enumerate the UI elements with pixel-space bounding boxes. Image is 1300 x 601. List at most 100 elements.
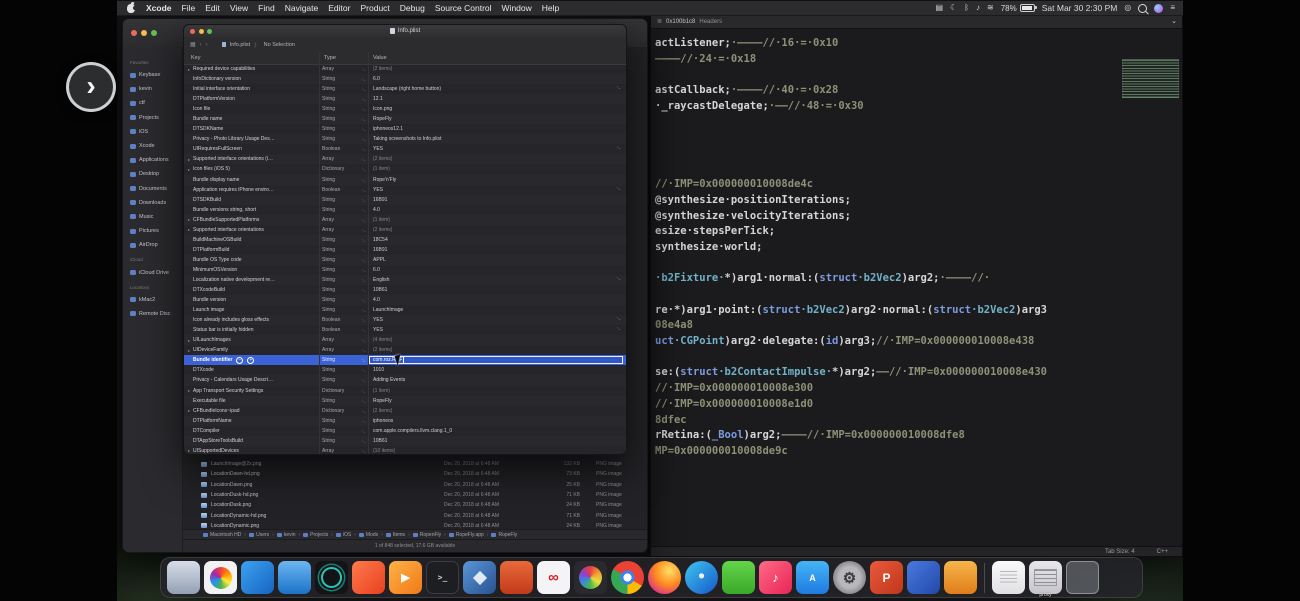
sidebar-item-kmac2[interactable]: kMac2 xyxy=(123,293,182,307)
menu-product[interactable]: Product xyxy=(355,3,394,13)
volume-icon[interactable]: ♪ xyxy=(976,4,980,12)
plist-row[interactable]: Privacy - Photo Library Usage Des…String… xyxy=(184,134,626,144)
type-popup-icon[interactable]: ⌃⌄ xyxy=(361,440,365,444)
path-item[interactable]: kevin xyxy=(277,532,296,538)
apple-menu-icon[interactable] xyxy=(127,4,135,13)
dock-icon-powerpoint[interactable]: P xyxy=(870,558,903,597)
menu-editor[interactable]: Editor xyxy=(323,3,355,13)
menu-navigate[interactable]: Navigate xyxy=(280,3,324,13)
file-row[interactable]: LocationDawn.pngDec 20, 2018 at 6:48 AM2… xyxy=(183,480,647,490)
plist-row[interactable]: Privacy - Calendars Usage Descri…String⌃… xyxy=(184,375,626,385)
type-popup-icon[interactable]: ⌃⌄ xyxy=(361,319,365,323)
menu-window[interactable]: Window xyxy=(497,3,537,13)
siri-icon[interactable] xyxy=(1154,4,1163,13)
type-popup-icon[interactable]: ⌃⌄ xyxy=(361,299,365,303)
plist-row[interactable]: DTAppStoreToolsBuildString⌃⌄10B61 xyxy=(184,436,626,446)
menu-source-control[interactable]: Source Control xyxy=(430,3,497,13)
add-row-button[interactable]: + xyxy=(247,357,254,364)
sidebar-item-pictures[interactable]: Pictures xyxy=(123,224,182,238)
dock-icon-vscode[interactable] xyxy=(241,558,274,597)
type-popup-icon[interactable]: ⌃⌄ xyxy=(361,148,365,152)
dock-icon-appstore[interactable]: A xyxy=(796,558,829,597)
type-popup-icon[interactable]: ⌃⌄ xyxy=(361,88,365,92)
plist-row[interactable]: ▸UIDeviceFamilyArray⌃⌄(2 items) xyxy=(184,345,626,355)
type-popup-icon[interactable]: ⌃⌄ xyxy=(361,108,365,112)
sidebar-item-ios[interactable]: iOS xyxy=(123,125,182,139)
type-popup-icon[interactable]: ⌃⌄ xyxy=(361,128,365,132)
type-popup-icon[interactable]: ⌃⌄ xyxy=(361,168,365,172)
plist-row[interactable]: Initial interface orientationString⌃⌄Lan… xyxy=(184,84,626,94)
dock-icon-safari[interactable] xyxy=(685,558,718,597)
dock-icon-pinwheel[interactable] xyxy=(574,558,607,597)
plist-row[interactable]: ▸CFBundleIcons~ipadDictionary⌃⌄(2 items) xyxy=(184,406,626,416)
next-overlay-button[interactable]: › xyxy=(66,62,116,112)
path-item[interactable]: RopeFly.app xyxy=(449,532,484,538)
value-popup-icon[interactable]: ⌃⌄ xyxy=(616,277,620,281)
plist-row[interactable]: DTPlatformVersionString⌃⌄12.1 xyxy=(184,94,626,104)
menu-file[interactable]: File xyxy=(177,3,201,13)
value-edit-field[interactable]: com.roz.RNF xyxy=(369,356,623,364)
plist-row[interactable]: UIRequiresFullScreenBoolean⌃⌄YES⌃⌄ xyxy=(184,144,626,154)
plist-row[interactable]: Application requires iPhone enviro…Boole… xyxy=(184,185,626,195)
sidebar-item-documents[interactable]: Documents xyxy=(123,182,182,196)
plist-row[interactable]: ▸UILaunchImagesArray⌃⌄(4 items) xyxy=(184,335,626,345)
plist-row[interactable]: Bundle identifier−+String⌃⌄com.roz.RNF xyxy=(184,355,626,365)
plist-row[interactable]: ▸UISupportedDevicesArray⌃⌄(10 items) xyxy=(184,446,626,454)
sidebar-item-desktop[interactable]: Desktop xyxy=(123,167,182,181)
type-popup-icon[interactable]: ⌃⌄ xyxy=(361,249,365,253)
type-popup-icon[interactable]: ⌃⌄ xyxy=(361,349,365,353)
sidebar-item-icloud-drive[interactable]: iCloud Drive xyxy=(123,265,182,279)
bluetooth-icon[interactable]: ᛒ xyxy=(964,4,969,12)
type-popup-icon[interactable]: ⌃⌄ xyxy=(361,369,365,373)
dock-icon-wechat[interactable] xyxy=(722,558,755,597)
plist-row[interactable]: ▸Supported interface orientations (i…Arr… xyxy=(184,154,626,164)
type-popup-icon[interactable]: ⌃⌄ xyxy=(361,339,365,343)
hopper-tab-bar[interactable]: ≣ 0x100b1c8 Headers ⌄ xyxy=(651,15,1182,29)
related-items-icon[interactable]: ▦ xyxy=(190,41,196,48)
plist-row[interactable]: ▸Icon files (iOS 5)Dictionary⌃⌄(1 item) xyxy=(184,164,626,174)
wifi-icon[interactable]: ≋ xyxy=(987,4,994,12)
type-popup-icon[interactable]: ⌃⌄ xyxy=(361,98,365,102)
tab-address[interactable]: 0x100b1c8 xyxy=(666,19,695,25)
type-popup-icon[interactable]: ⌃⌄ xyxy=(361,199,365,203)
file-row[interactable]: LocationDawn-hd.pngDec 20, 2018 at 6:48 … xyxy=(183,469,647,479)
type-popup-icon[interactable]: ⌃⌄ xyxy=(361,430,365,434)
plist-row[interactable]: DTPlatformNameString⌃⌄iphoneos xyxy=(184,416,626,426)
moon-icon[interactable]: ☾ xyxy=(950,4,957,12)
file-row[interactable]: LocationDusk.pngDec 20, 2018 at 6:48 AM2… xyxy=(183,500,647,510)
notification-center-icon[interactable]: ≡ xyxy=(1170,4,1175,12)
menu-debug[interactable]: Debug xyxy=(395,3,430,13)
menu-view[interactable]: View xyxy=(225,3,253,13)
path-item[interactable]: Items xyxy=(386,532,405,538)
type-popup-icon[interactable]: ⌃⌄ xyxy=(361,359,365,363)
plist-jump-bar[interactable]: ▦ ‹ › Info.plist 〉 No Selection xyxy=(184,37,626,53)
path-item[interactable]: Macintosh HD xyxy=(203,532,241,538)
type-popup-icon[interactable]: ⌃⌄ xyxy=(361,329,365,333)
path-item[interactable]: iOS xyxy=(336,532,351,538)
sidebar-item-kevin[interactable]: kevin xyxy=(123,82,182,96)
plist-row[interactable]: Bundle versionString⌃⌄4.0 xyxy=(184,295,626,305)
menubar-clock[interactable]: Sat Mar 30 2:30 PM xyxy=(1042,3,1118,13)
sidebar-item-remote-disc[interactable]: Remote Disc xyxy=(123,307,182,321)
file-row[interactable]: LocationDusk-hd.pngDec 20, 2018 at 6:48 … xyxy=(183,490,647,500)
plist-row[interactable]: Bundle OS Type codeString⌃⌄APPL xyxy=(184,255,626,265)
type-popup-icon[interactable]: ⌃⌄ xyxy=(361,158,365,162)
dock-icon-books[interactable] xyxy=(944,558,977,597)
value-popup-icon[interactable]: ⌃⌄ xyxy=(616,86,620,90)
type-popup-icon[interactable]: ⌃⌄ xyxy=(361,379,365,383)
plist-row[interactable]: Launch imageString⌃⌄LaunchImage xyxy=(184,305,626,315)
menu-edit[interactable]: Edit xyxy=(200,3,225,13)
plist-row[interactable]: Status bar is initially hiddenBoolean⌃⌄Y… xyxy=(184,325,626,335)
dock-icon-settings[interactable]: ⚙ xyxy=(833,558,866,597)
plist-row[interactable]: ▸Supported interface orientationsArray⌃⌄… xyxy=(184,225,626,235)
path-item[interactable]: RopeFly xyxy=(491,532,517,538)
type-popup-icon[interactable]: ⌃⌄ xyxy=(361,138,365,142)
type-popup-icon[interactable]: ⌃⌄ xyxy=(361,400,365,404)
path-item[interactable]: Projects xyxy=(303,532,328,538)
plist-row[interactable]: InfoDictionary versionString⌃⌄6.0 xyxy=(184,74,626,84)
plist-row[interactable]: BuildMachineOSBuildString⌃⌄18C54 xyxy=(184,235,626,245)
type-popup-icon[interactable]: ⌃⌄ xyxy=(361,390,365,394)
sidebar-item-xcode[interactable]: Xcode xyxy=(123,139,182,153)
plist-row[interactable]: Icon already includes gloss effectsBoole… xyxy=(184,315,626,325)
sidebar-item-music[interactable]: Music xyxy=(123,210,182,224)
